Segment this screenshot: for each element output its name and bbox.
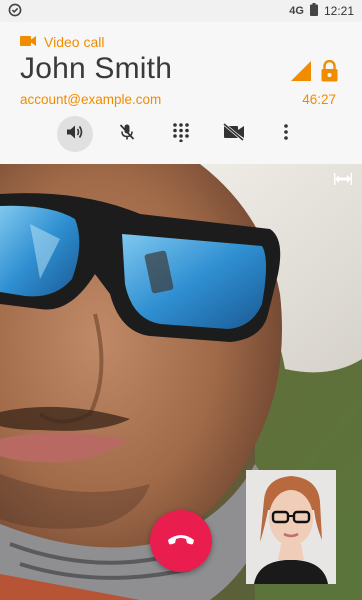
self-view-video [246, 470, 336, 584]
battery-icon [309, 3, 318, 19]
call-end-icon [166, 532, 196, 551]
caller-account: account@example.com [20, 92, 162, 107]
call-status-icons [291, 59, 338, 87]
call-header: Video call John Smith account@example.co… [0, 22, 362, 164]
status-right: 4G 12:21 [289, 3, 354, 19]
speaker-icon [66, 123, 84, 146]
video-area [0, 164, 362, 600]
call-controls [0, 114, 362, 154]
microphone-off-icon [118, 123, 136, 146]
signal-icon [291, 61, 311, 86]
dialpad-button[interactable] [163, 116, 199, 152]
check-circle-icon [8, 3, 22, 20]
call-type-label: Video call [44, 34, 105, 50]
status-bar: 4G 12:21 [0, 0, 362, 22]
videocam-off-icon [223, 122, 245, 146]
end-call-button[interactable] [150, 510, 212, 572]
call-duration: 46:27 [302, 92, 336, 107]
camera-off-button[interactable] [216, 116, 252, 152]
status-left [8, 3, 22, 20]
self-view[interactable] [246, 470, 336, 584]
videocam-icon [20, 34, 36, 50]
dialpad-icon [172, 122, 190, 147]
call-type: Video call [20, 34, 104, 50]
speaker-button[interactable] [57, 116, 93, 152]
caller-name: John Smith [20, 52, 173, 85]
lock-icon [321, 59, 338, 87]
status-time: 12:21 [323, 4, 354, 18]
mute-button[interactable] [109, 116, 145, 152]
more-vert-icon [283, 123, 289, 146]
network-type: 4G [289, 5, 304, 17]
more-options-button[interactable] [268, 116, 304, 152]
swap-camera-icon[interactable] [334, 172, 352, 190]
